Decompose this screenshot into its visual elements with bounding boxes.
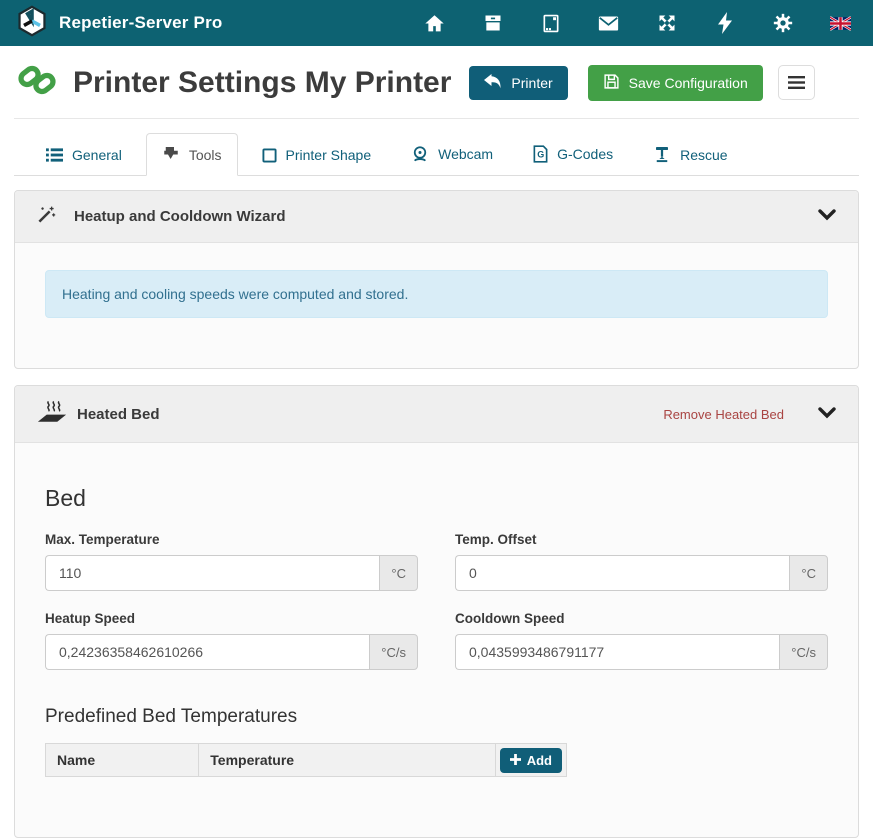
home-icon[interactable] [424,13,445,34]
wizard-panel-header[interactable]: Heatup and Cooldown Wizard [15,191,858,243]
save-configuration-button[interactable]: Save Configuration [588,65,763,101]
tab-rescue[interactable]: Rescue [637,133,743,176]
max-temperature-input[interactable] [45,555,379,591]
tab-webcam[interactable]: Webcam [395,132,509,176]
max-temperature-field: Max. Temperature °C [45,532,418,591]
predefined-bed-temperatures-table: Name Temperature Add [45,743,567,777]
printer-back-button[interactable]: Printer [469,66,567,100]
column-header-temperature: Temperature [199,744,495,777]
tab-general[interactable]: General [30,134,138,176]
heated-bed-title-group: Heated Bed [37,400,160,428]
tab-tools-label: Tools [189,147,222,163]
printer-button-label: Printer [511,75,552,91]
rescue-icon [653,146,671,163]
plus-icon [510,753,521,768]
link-chain-icon [16,59,58,106]
uk-flag-icon[interactable] [830,13,851,34]
settings-tabs: General Tools Printer Shape Webcam G [14,132,859,176]
column-header-name: Name [46,744,199,777]
hamburger-menu-button[interactable] [778,65,815,100]
cooldown-speed-unit: °C/s [779,634,828,670]
wizard-info-alert: Heating and cooling speeds were computed… [45,270,828,318]
heated-bed-panel-header[interactable]: Heated Bed Remove Heated Bed [15,386,858,443]
nozzle-icon [162,146,180,163]
heatup-speed-field: Heatup Speed °C/s [45,611,418,670]
expand-arrows-icon[interactable] [656,13,677,34]
add-button-label: Add [527,753,552,768]
tab-gcodes-label: G-Codes [557,146,613,162]
cooldown-speed-field: Cooldown Speed °C/s [455,611,828,670]
remove-heated-bed-link[interactable]: Remove Heated Bed [663,407,784,422]
svg-text:G: G [537,150,544,160]
heated-bed-panel-body: Bed Max. Temperature °C Temp. Offset °C … [15,443,858,837]
heatup-speed-label: Heatup Speed [45,611,418,626]
tab-printer-shape-label: Printer Shape [286,147,372,163]
wizard-panel-title: Heatup and Cooldown Wizard [74,208,286,225]
heated-bed-icon [37,400,67,428]
temp-offset-field: Temp. Offset °C [455,532,828,591]
heatup-cooldown-wizard-panel: Heatup and Cooldown Wizard Heating and c… [14,190,859,369]
cooldown-speed-input[interactable] [455,634,779,670]
top-navbar: Repetier-Server Pro [0,0,873,46]
heated-bed-panel: Heated Bed Remove Heated Bed Bed Max. Te… [14,385,859,838]
page-title: Printer Settings My Printer [73,66,451,100]
webcam-icon [411,145,429,163]
max-temperature-unit: °C [379,555,418,591]
table-header-row: Name Temperature Add [46,744,567,777]
heatup-speed-input[interactable] [45,634,369,670]
tab-printer-shape[interactable]: Printer Shape [246,134,388,176]
brand-title: Repetier-Server Pro [59,13,222,33]
chevron-down-icon[interactable] [818,406,836,423]
square-outline-icon [262,148,277,163]
gear-icon[interactable] [772,13,793,34]
navbar-icon-group [424,13,851,34]
temp-offset-input[interactable] [455,555,789,591]
cooldown-speed-label: Cooldown Speed [455,611,828,626]
tablet-icon[interactable] [540,13,561,34]
page-header: Printer Settings My Printer Printer Save… [14,46,859,119]
magic-wand-icon [37,205,56,228]
temp-offset-unit: °C [789,555,828,591]
archive-icon[interactable] [482,13,503,34]
chevron-down-icon[interactable] [818,208,836,225]
heated-bed-panel-title: Heated Bed [77,406,160,423]
save-button-label: Save Configuration [629,75,748,91]
repetier-logo-icon [16,5,48,42]
bed-fields-grid: Max. Temperature °C Temp. Offset °C Heat… [45,532,828,670]
tab-tools[interactable]: Tools [146,133,238,176]
tab-gcodes[interactable]: G G-Codes [517,132,629,176]
add-cell: Add [495,744,566,777]
gcode-file-icon: G [533,145,548,163]
wizard-panel-body: Heating and cooling speeds were computed… [15,243,858,368]
heatup-speed-unit: °C/s [369,634,418,670]
tab-general-label: General [72,147,122,163]
predefined-bed-temperatures-heading: Predefined Bed Temperatures [45,706,828,728]
tab-webcam-label: Webcam [438,146,493,162]
list-icon [46,148,63,162]
tab-rescue-label: Rescue [680,147,727,163]
add-temperature-button[interactable]: Add [500,748,562,773]
back-arrow-icon [484,74,502,92]
max-temperature-label: Max. Temperature [45,532,418,547]
bed-section-heading: Bed [45,485,828,512]
temp-offset-label: Temp. Offset [455,532,828,547]
brand-link[interactable]: Repetier-Server Pro [16,5,222,42]
bolt-icon[interactable] [714,13,735,34]
save-floppy-icon [603,73,620,93]
mail-icon[interactable] [598,13,619,34]
